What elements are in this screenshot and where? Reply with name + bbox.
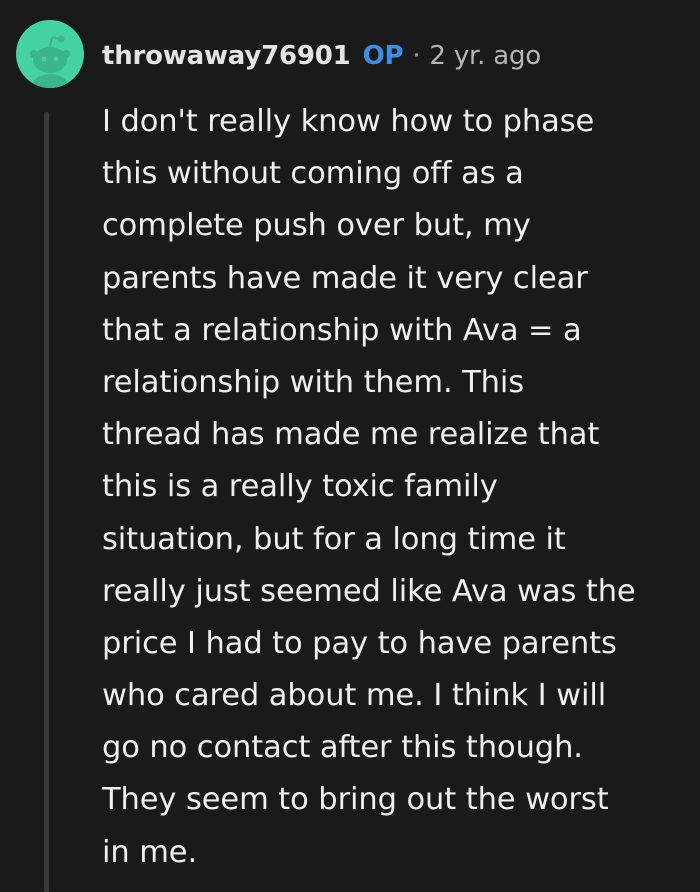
comment: throwaway76901 OP · 2 yr. ago I don't re…	[0, 0, 700, 892]
username-link[interactable]: throwaway76901	[102, 41, 351, 71]
comment-text-line: in me.	[102, 834, 198, 870]
comment-text-line: go no contact after this though.	[102, 730, 583, 766]
thread-collapse-line[interactable]	[44, 112, 49, 892]
comment-text-line: relationship with them. This	[102, 364, 525, 400]
comment-text-line: that a relationship with Ava = a	[102, 312, 582, 348]
comment-text-line: parents have made it very clear	[102, 260, 588, 296]
separator-dot: ·	[412, 41, 421, 71]
comment-text-line: this is a really toxic family	[102, 469, 498, 505]
comment-text-line: I don't really know how to phase	[102, 104, 595, 139]
comment-text-line: price I had to pay to have parents	[102, 625, 617, 661]
comment-text-line: situation, but for a long time it	[102, 521, 566, 557]
comment-text-line: thread has made me realize that	[102, 417, 600, 453]
user-avatar[interactable]	[16, 20, 84, 88]
comment-text-line: who cared about me. I think I will	[102, 678, 607, 714]
reddit-snoo-avatar-icon	[30, 35, 70, 88]
comment-text-line: this without coming off as a	[102, 156, 524, 192]
comment-text-line: They seem to bring out the worst	[102, 782, 609, 818]
comment-header: throwaway76901 OP · 2 yr. ago	[102, 38, 541, 74]
comment-text-line: really just seemed like Ava was the	[102, 573, 636, 609]
comment-timestamp[interactable]: 2 yr. ago	[429, 41, 541, 71]
comment-text-line: complete push over but, my	[102, 208, 531, 244]
op-badge: OP	[362, 41, 404, 71]
comment-body: I don't really know how to phase this wi…	[102, 96, 692, 879]
